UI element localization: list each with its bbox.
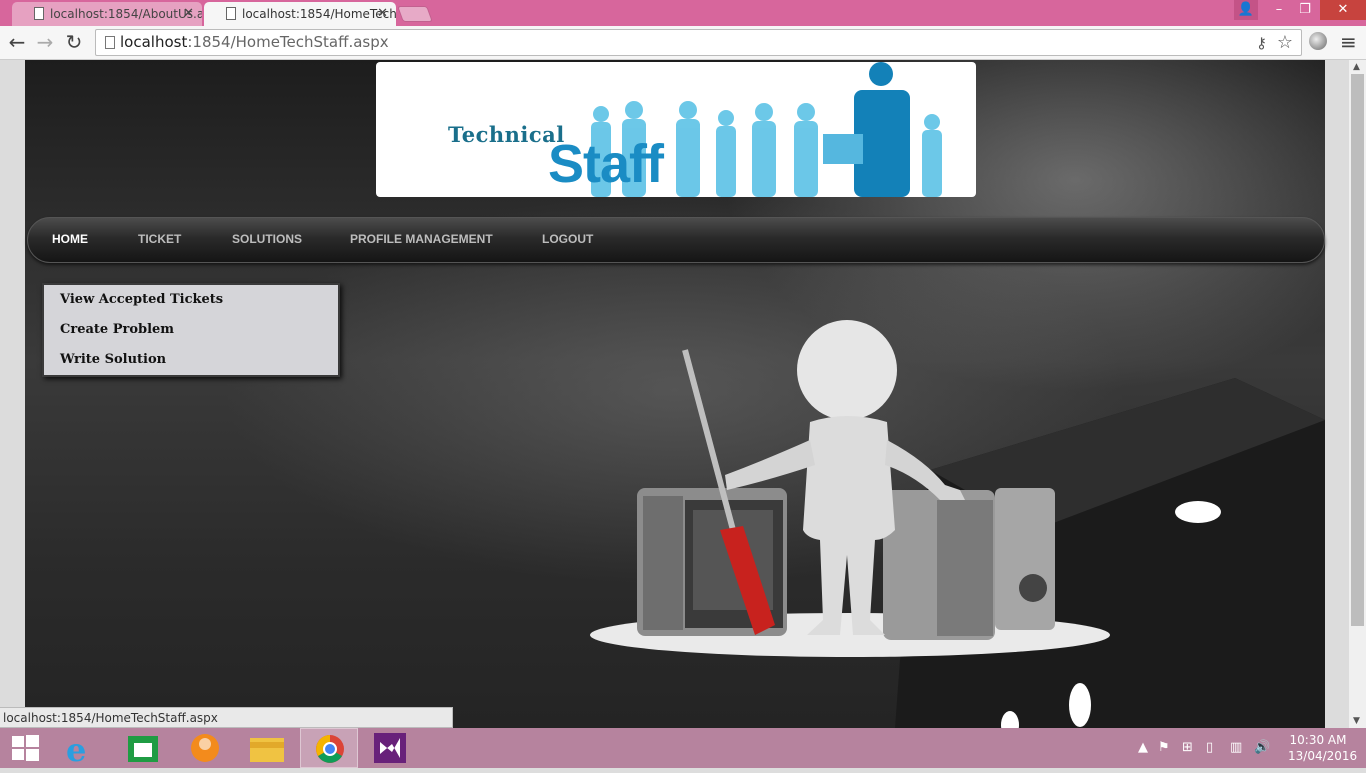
tab-title: localhost:1854/HomeTech bbox=[242, 7, 396, 21]
banner-title-line2: Staff bbox=[548, 134, 664, 194]
bookmark-star-icon[interactable]: ☆ bbox=[1277, 32, 1293, 53]
close-tab-icon[interactable]: ✕ bbox=[183, 2, 194, 26]
tab-title: localhost:1854/AboutUs.a bbox=[50, 7, 202, 21]
address-bar[interactable]: localhost:1854/HomeTechStaff.aspx ⚷ ☆ bbox=[95, 29, 1302, 56]
nav-profile-management[interactable]: PROFILE MANAGEMENT bbox=[350, 232, 493, 246]
browser-titlebar: localhost:1854/AboutUs.a ✕ localhost:185… bbox=[0, 0, 1366, 26]
forward-arrow-icon[interactable]: → bbox=[33, 30, 57, 54]
battery-icon[interactable]: ▯ bbox=[1206, 740, 1213, 755]
store-icon[interactable] bbox=[114, 728, 172, 768]
show-hidden-icons-icon[interactable]: ▲ bbox=[1138, 740, 1148, 755]
extension-icon[interactable] bbox=[1309, 32, 1327, 50]
nav-ticket[interactable]: TICKET bbox=[138, 232, 181, 246]
new-tab-button[interactable] bbox=[397, 6, 433, 22]
volume-icon[interactable]: 🔊 bbox=[1254, 740, 1270, 755]
file-explorer-icon[interactable] bbox=[238, 728, 296, 768]
key-icon[interactable]: ⚷ bbox=[1256, 34, 1267, 52]
windows-icon[interactable]: ⊞ bbox=[1182, 740, 1193, 755]
home-dropdown-menu: View Accepted Tickets Create Problem Wri… bbox=[42, 283, 340, 377]
menu-item-create-problem[interactable]: Create Problem bbox=[60, 322, 174, 337]
page-background: Technical Staff HOME TICKET SOLUTIONS PR… bbox=[25, 60, 1325, 728]
user-profile-icon[interactable]: 👤 bbox=[1234, 0, 1258, 20]
page-viewport: Technical Staff HOME TICKET SOLUTIONS PR… bbox=[0, 60, 1349, 728]
page-scrollbar[interactable]: ▲ ▼ bbox=[1349, 60, 1366, 728]
nav-solutions[interactable]: SOLUTIONS bbox=[232, 232, 302, 246]
scroll-down-arrow-icon[interactable]: ▼ bbox=[1353, 716, 1360, 726]
back-arrow-icon[interactable]: ← bbox=[5, 30, 29, 54]
minimize-button[interactable]: – bbox=[1266, 0, 1292, 20]
menu-icon[interactable]: ≡ bbox=[1340, 30, 1357, 54]
nav-home[interactable]: HOME bbox=[52, 232, 88, 246]
clock-date: 13/04/2016 bbox=[1288, 749, 1358, 763]
restore-button[interactable]: ❐ bbox=[1292, 0, 1318, 20]
clock-time: 10:30 AM bbox=[1289, 733, 1347, 747]
url-text: localhost:1854/HomeTechStaff.aspx bbox=[120, 33, 389, 51]
menu-item-write-solution[interactable]: Write Solution bbox=[60, 352, 166, 367]
tab-aboutus[interactable]: localhost:1854/AboutUs.a ✕ bbox=[12, 2, 202, 26]
browser-toolbar: ← → ↻ localhost:1854/HomeTechStaff.aspx … bbox=[0, 26, 1366, 60]
nav-logout[interactable]: LOGOUT bbox=[542, 232, 593, 246]
reload-icon[interactable]: ↻ bbox=[62, 30, 86, 54]
tab-hometechstaff[interactable]: localhost:1854/HomeTech ✕ bbox=[204, 2, 396, 26]
page-icon bbox=[34, 7, 44, 20]
windows-taskbar: e ▲ ⚑ ⊞ ▯ ▥ 🔊 10:30 AM 13/04/2016 bbox=[0, 728, 1366, 769]
network-icon[interactable]: ▥ bbox=[1230, 740, 1242, 755]
visual-studio-icon[interactable] bbox=[362, 728, 420, 768]
media-player-icon[interactable] bbox=[176, 728, 234, 768]
menu-item-view-accepted-tickets[interactable]: View Accepted Tickets bbox=[60, 292, 223, 307]
close-tab-icon[interactable]: ✕ bbox=[377, 2, 388, 26]
main-navigation: HOME TICKET SOLUTIONS PROFILE MANAGEMENT… bbox=[27, 217, 1325, 263]
ie-icon[interactable]: e bbox=[52, 728, 110, 769]
scrollbar-thumb[interactable] bbox=[1351, 74, 1364, 626]
scroll-up-arrow-icon[interactable]: ▲ bbox=[1353, 62, 1360, 72]
start-icon[interactable] bbox=[0, 728, 58, 768]
chrome-icon[interactable] bbox=[300, 728, 358, 768]
page-icon bbox=[226, 7, 236, 20]
svg-text:e: e bbox=[66, 731, 86, 768]
action-center-flag-icon[interactable]: ⚑ bbox=[1158, 740, 1170, 755]
system-clock[interactable]: 10:30 AM 13/04/2016 bbox=[1288, 732, 1358, 764]
close-window-button[interactable]: ✕ bbox=[1320, 0, 1366, 20]
header-banner: Technical Staff bbox=[376, 62, 976, 197]
page-icon bbox=[105, 36, 115, 49]
status-bubble: localhost:1854/HomeTechStaff.aspx bbox=[0, 707, 453, 728]
